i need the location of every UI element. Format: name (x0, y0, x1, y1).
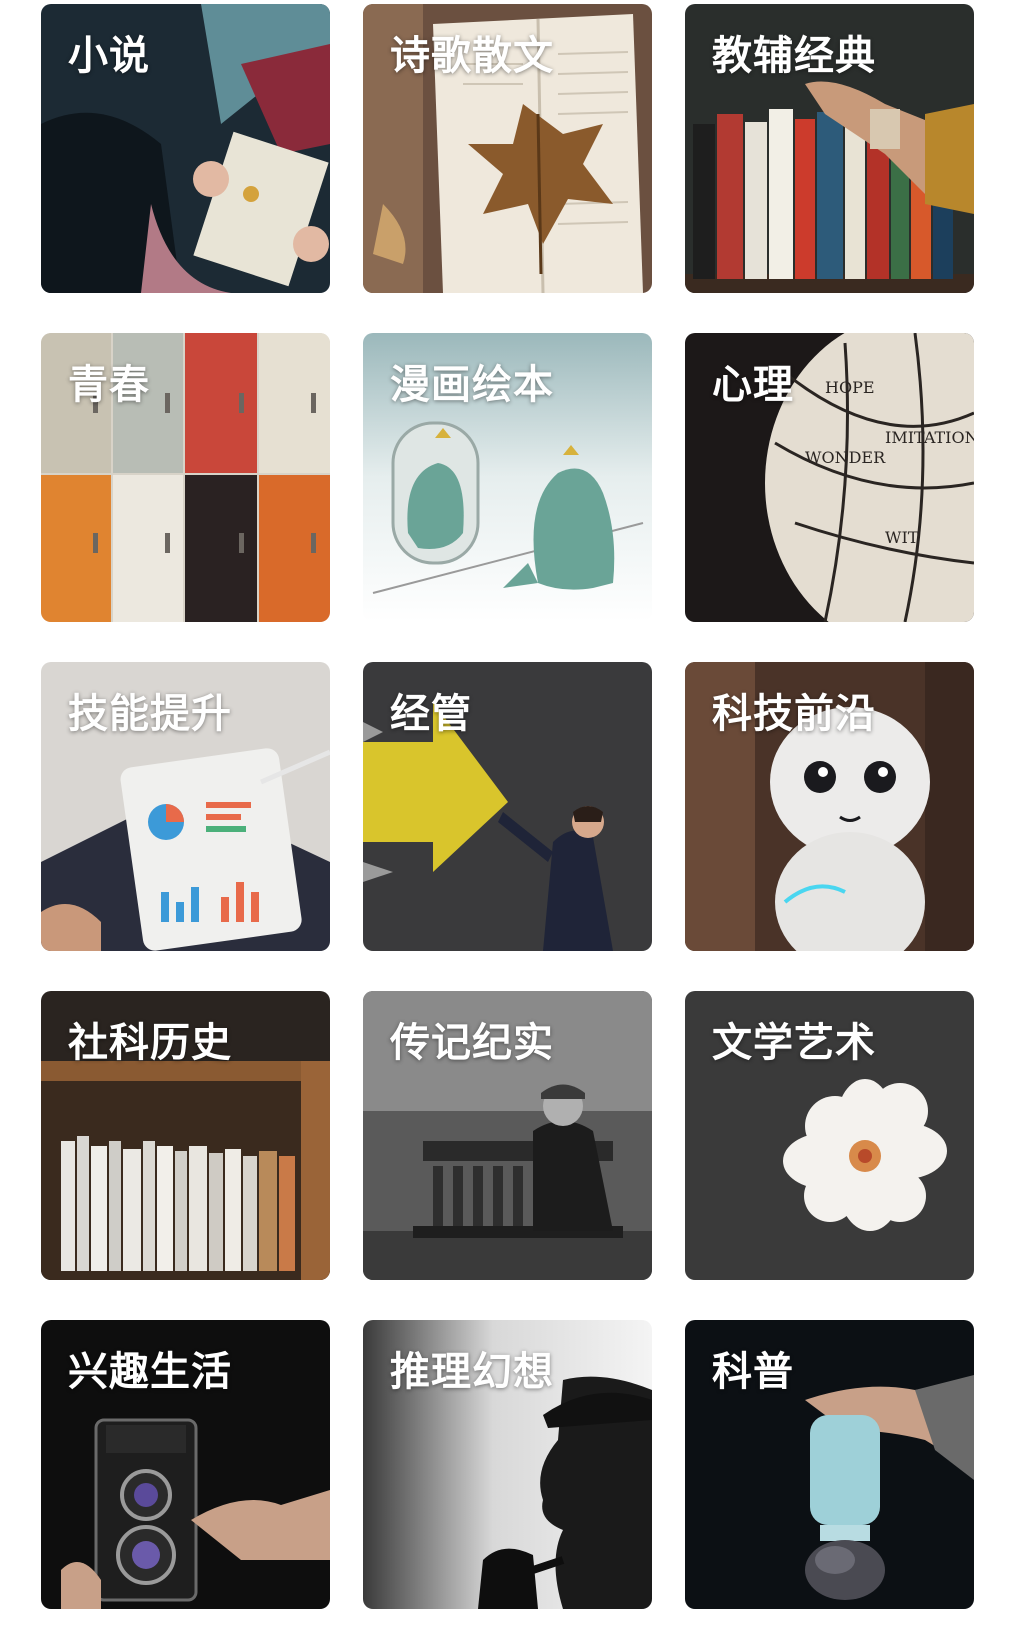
category-label: 推理幻想 (390, 1349, 554, 1395)
svg-text:WIT: WIT (885, 528, 919, 547)
category-tile-popular-science[interactable]: 科普 (685, 1320, 974, 1609)
category-label: 技能提升 (68, 691, 232, 737)
category-tile-economics-management[interactable]: 经管 (363, 662, 652, 951)
svg-text:IMITATION: IMITATION (885, 428, 974, 447)
category-tile-hobbies-life[interactable]: 兴趣生活 (41, 1320, 330, 1609)
category-label: 社科历史 (68, 1020, 232, 1066)
category-tile-skill-improvement[interactable]: 技能提升 (41, 662, 330, 951)
category-label: 科技前沿 (712, 691, 876, 737)
category-label: 兴趣生活 (68, 1349, 232, 1395)
category-label: 经管 (390, 691, 472, 737)
category-tile-poetry-prose[interactable]: 诗歌散文 (363, 4, 652, 293)
category-label: 诗歌散文 (390, 33, 554, 79)
category-tile-comics-picture-books[interactable]: 漫画绘本 (363, 333, 652, 622)
category-grid: 小说 诗歌散文 教辅经典 青春 漫画绘本 HOPE IMITATION WOND… (41, 4, 986, 1609)
svg-text:WONDER: WONDER (805, 448, 886, 467)
category-tile-psychology[interactable]: HOPE IMITATION WONDER WIT 心理 (685, 333, 974, 622)
category-label: 传记纪实 (390, 1020, 554, 1066)
category-label: 漫画绘本 (390, 362, 554, 408)
category-tile-social-science-history[interactable]: 社科历史 (41, 991, 330, 1280)
category-tile-fiction[interactable]: 小说 (41, 4, 330, 293)
category-tile-biography-documentary[interactable]: 传记纪实 (363, 991, 652, 1280)
svg-text:HOPE: HOPE (825, 378, 875, 397)
category-label: 小说 (68, 33, 150, 79)
category-label: 教辅经典 (712, 33, 876, 79)
category-tile-literature-art[interactable]: 文学艺术 (685, 991, 974, 1280)
category-label: 心理 (712, 362, 794, 408)
category-tile-youth[interactable]: 青春 (41, 333, 330, 622)
category-label: 文学艺术 (712, 1020, 876, 1066)
category-tile-mystery-fantasy[interactable]: 推理幻想 (363, 1320, 652, 1609)
category-label: 青春 (68, 362, 150, 408)
category-label: 科普 (712, 1349, 794, 1395)
category-tile-tech-frontier[interactable]: 科技前沿 (685, 662, 974, 951)
category-tile-textbooks-classics[interactable]: 教辅经典 (685, 4, 974, 293)
